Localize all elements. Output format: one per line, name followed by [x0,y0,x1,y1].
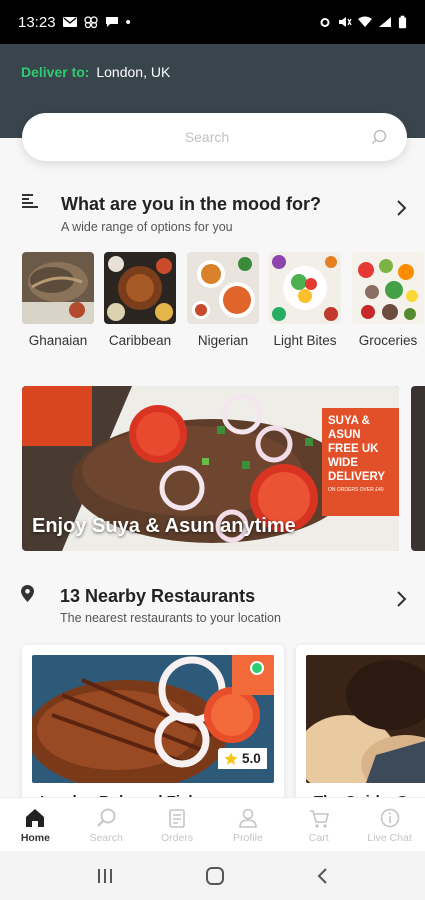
search-icon [97,808,116,827]
delivery-location[interactable]: Deliver to: London, UK [21,64,170,80]
category-image [187,252,259,324]
category-caribbean[interactable]: Caribbean [104,252,176,348]
deliver-location-value[interactable]: London, UK [96,64,170,80]
rating-badge: 5.0 [218,748,267,769]
nav-label: Orders [161,832,194,844]
category-label: Caribbean [108,333,172,348]
nearby-section-title: 13 Nearby Restaurants [60,586,256,606]
category-image [104,252,176,324]
battery-icon [398,15,407,29]
nav-home[interactable]: Home [0,798,71,851]
nav-live-chat[interactable]: Live Chat [354,798,425,851]
mood-section-subtitle: A wide range of options for you [61,220,233,234]
promo-line: SUYA & [328,415,370,427]
mail-icon [62,17,77,27]
category-image [269,252,341,324]
category-label: Groceries [358,333,418,348]
back-icon[interactable] [316,867,330,885]
category-ghanaian[interactable]: Ghanaian [22,252,94,348]
promo-fine-print: ON ORDERS OVER £40 [328,487,384,493]
promo-badge: SUYA & ASUN FREE UK WIDE DELIVERY ON ORD… [322,408,399,516]
mood-section-title: What are you in the mood for? [61,194,321,214]
next-banner-peek[interactable] [411,386,425,551]
chevron-right-icon[interactable] [394,589,408,609]
search-icon[interactable] [371,129,387,145]
star-icon [224,752,238,765]
category-label: Ghanaian [28,333,88,348]
alarm-icon [320,18,330,27]
banner-caption: Enjoy Suya & Asun anytime [32,515,296,537]
restaurant-image [306,655,425,783]
category-nigerian[interactable]: Nigerian [187,252,259,348]
open-status-indicator [250,661,264,675]
promo-line: DELIVERY [328,471,386,483]
nav-profile[interactable]: Profile [212,798,283,851]
mute-icon [339,17,352,27]
orders-icon [169,809,185,828]
category-light-bites[interactable]: Light Bites [269,252,341,348]
category-image [22,252,94,324]
category-groceries[interactable]: Groceries [352,252,424,348]
rating-value: 5.0 [242,751,261,766]
recent-apps-icon[interactable] [96,868,114,884]
nav-search[interactable]: Search [71,798,142,851]
search-input[interactable] [42,113,372,161]
nav-label: Cart [308,832,329,844]
deliver-label: Deliver to: [21,64,90,80]
cart-icon [309,810,329,828]
wifi-icon [358,16,372,27]
system-navigation-bar [0,851,425,900]
nearby-section-subtitle: The nearest restaurants to your location [60,611,281,625]
chat-icon [380,808,399,828]
app-notification-icon [83,16,98,28]
nav-label: Home [20,832,50,844]
filter-menu-icon[interactable] [22,194,38,208]
nav-label: Live Chat [367,832,412,844]
status-time: 13:23 [18,13,56,31]
promo-banner[interactable]: SUYA & ASUN FREE UK WIDE DELIVERY ON ORD… [22,386,399,551]
home-button-icon[interactable] [205,866,225,886]
status-dot: • [125,13,131,31]
promo-line: WIDE [328,457,359,469]
profile-icon [239,808,257,828]
promo-line: FREE UK [328,443,379,455]
category-image [352,252,424,324]
category-label: Nigerian [197,333,249,348]
restaurant-card[interactable]: 5.0 London Bole and Fish [22,645,284,815]
nav-label: Profile [233,832,263,844]
message-icon [105,17,118,27]
home-icon [26,809,45,827]
nav-label: Search [89,832,123,844]
bottom-navigation: Home Search Orders Profile Cart Live Cha… [0,797,425,851]
nav-cart[interactable]: Cart [283,798,354,851]
category-list: Ghanaian Caribbean Nigerian Light Bites … [22,252,425,352]
nav-orders[interactable]: Orders [142,798,213,851]
chevron-right-icon[interactable] [394,198,408,218]
location-pin-icon [21,585,34,602]
restaurant-card[interactable]: The Quirky Q [296,645,425,815]
search-bar[interactable] [22,113,407,161]
promo-line: ASUN [328,429,361,441]
category-label: Light Bites [273,333,337,348]
signal-icon [379,17,391,27]
status-bar: 13:23 • [0,0,425,44]
